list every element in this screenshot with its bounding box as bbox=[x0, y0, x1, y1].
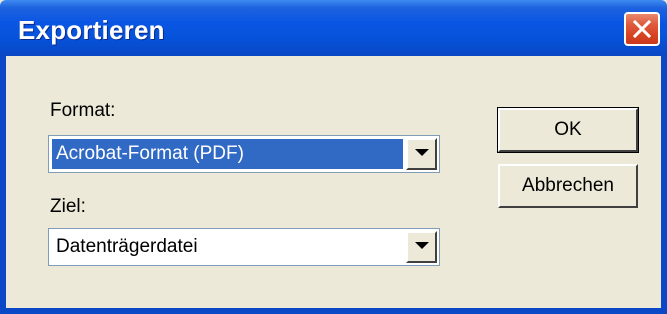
ziel-dropdown-button[interactable] bbox=[406, 231, 437, 263]
close-icon bbox=[633, 20, 651, 38]
format-select-value: Acrobat-Format (PDF) bbox=[52, 139, 403, 169]
window-frame-right bbox=[661, 56, 667, 314]
export-dialog: Exportieren Format: Acrobat-Format (PDF)… bbox=[0, 0, 667, 314]
window-title: Exportieren bbox=[18, 15, 165, 45]
cancel-button[interactable]: Abbrechen bbox=[498, 164, 638, 208]
window-frame-bottom bbox=[0, 308, 667, 314]
chevron-down-icon bbox=[415, 242, 429, 249]
ziel-select[interactable]: Datenträgerdatei bbox=[48, 228, 440, 266]
format-select[interactable]: Acrobat-Format (PDF) bbox=[48, 135, 440, 173]
close-button[interactable] bbox=[624, 12, 660, 46]
ziel-label: Ziel: bbox=[50, 196, 86, 217]
chevron-down-icon bbox=[415, 149, 429, 156]
format-dropdown-button[interactable] bbox=[406, 138, 437, 170]
ziel-select-value: Datenträgerdatei bbox=[56, 236, 198, 257]
window-frame-left bbox=[0, 56, 6, 314]
format-label: Format: bbox=[50, 100, 116, 121]
title-bar[interactable]: Exportieren bbox=[0, 0, 667, 56]
ok-button[interactable]: OK bbox=[497, 107, 639, 153]
